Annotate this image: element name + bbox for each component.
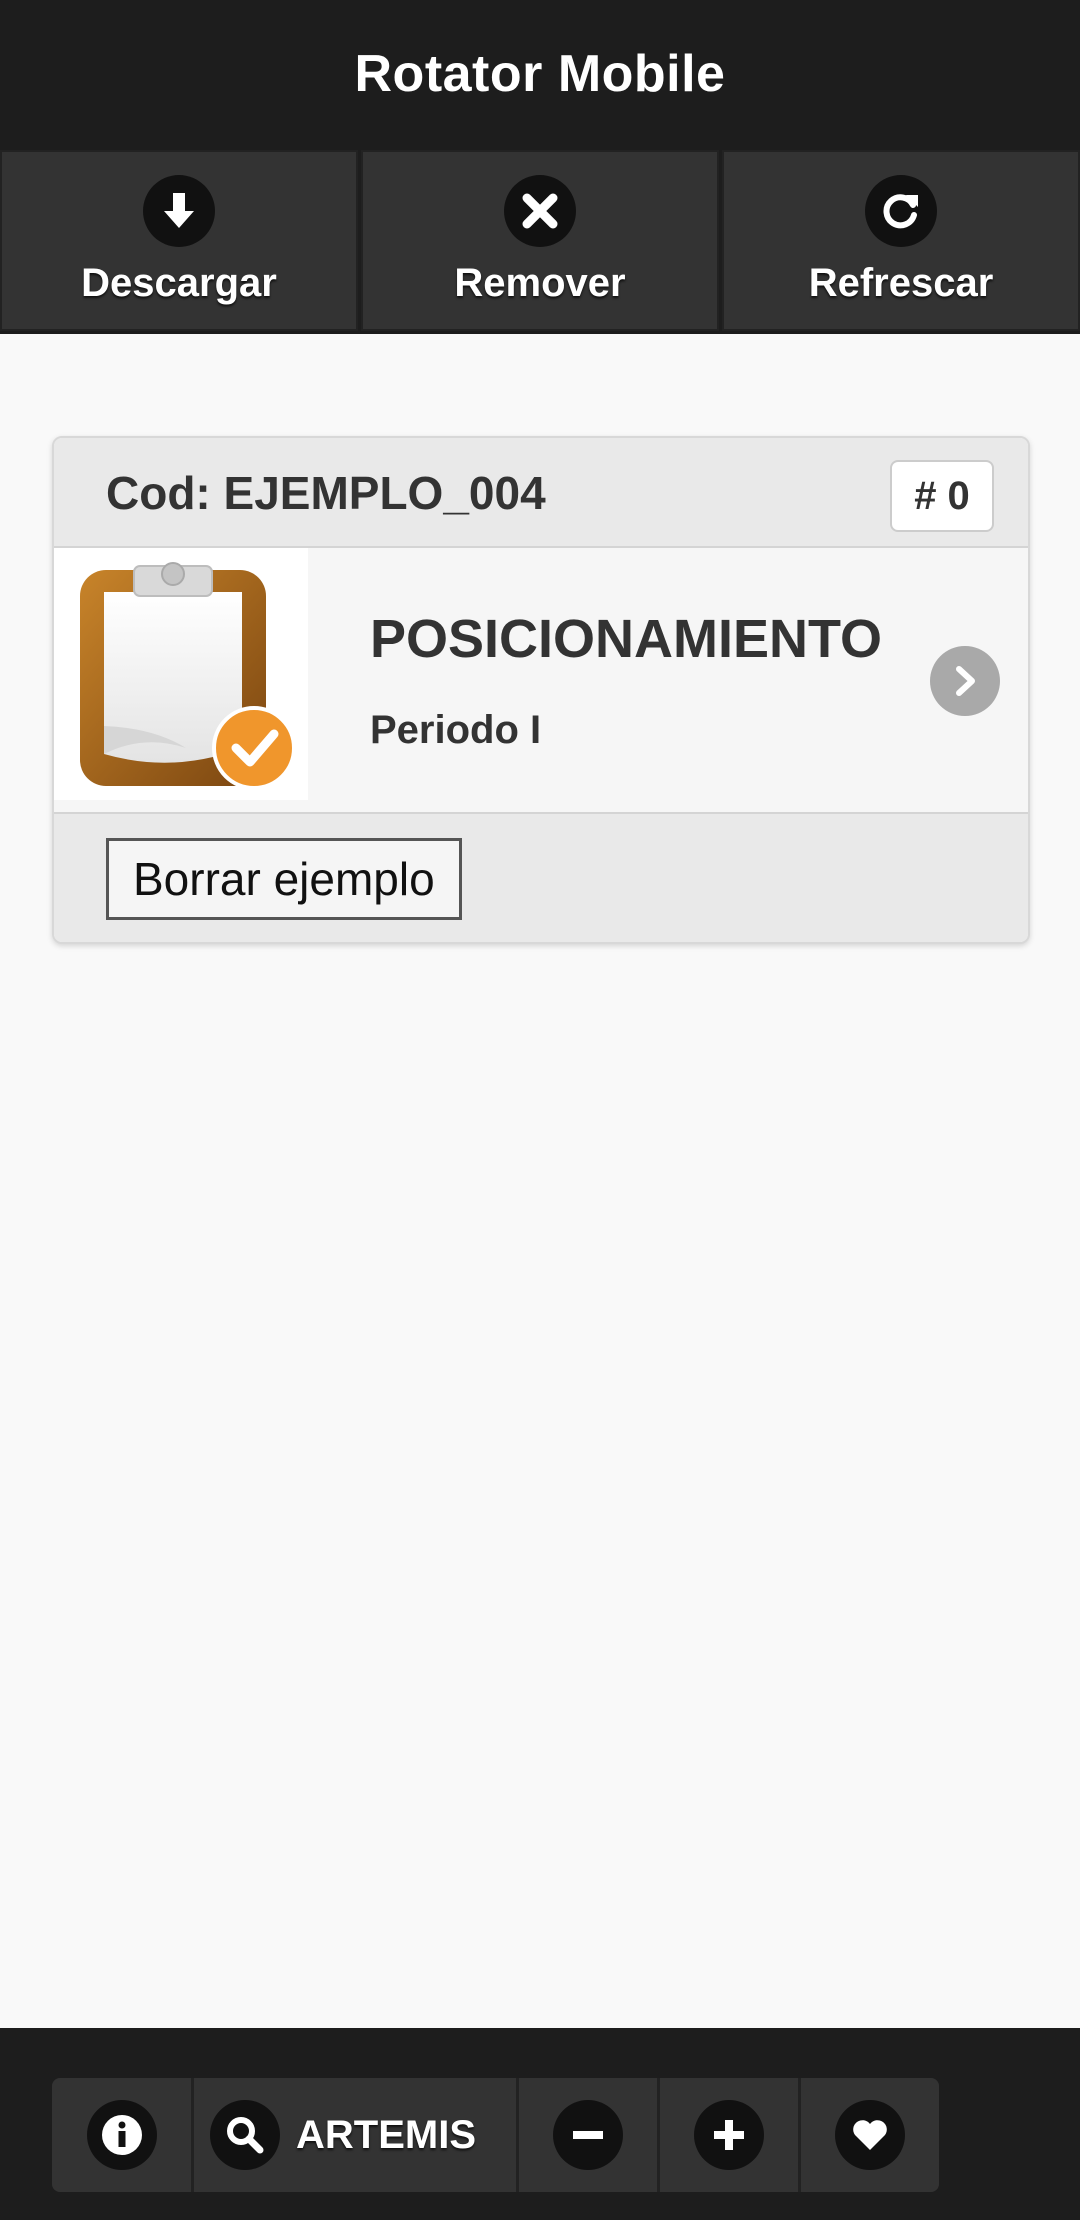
heart-icon [835, 2100, 905, 2170]
card-footer: Borrar ejemplo [54, 814, 1028, 942]
card-code: Cod: EJEMPLO_004 [106, 467, 546, 519]
app-title: Rotator Mobile [354, 45, 726, 103]
remove-button[interactable]: Remover [361, 150, 719, 331]
close-icon [504, 175, 576, 247]
info-button[interactable] [52, 2078, 191, 2192]
clipboard-check-icon [54, 548, 308, 800]
delete-example-button[interactable]: Borrar ejemplo [106, 838, 462, 920]
download-label: Descargar [81, 261, 277, 305]
search-button[interactable]: ARTEMIS [194, 2078, 516, 2192]
minus-icon [553, 2100, 623, 2170]
app-header: Rotator Mobile [0, 0, 1080, 148]
footer-toolbar: ARTEMIS [52, 2078, 939, 2192]
refresh-label: Refrescar [808, 261, 994, 305]
card-header: Cod: EJEMPLO_004 # 0 [54, 438, 1028, 548]
download-button[interactable]: Descargar [0, 150, 358, 331]
bottom-footer: ARTEMIS [0, 2028, 1080, 2220]
example-card: Cod: EJEMPLO_004 # 0 POSICIONAMIENTO Per… [52, 436, 1030, 944]
favorite-button[interactable] [801, 2078, 939, 2192]
search-label: ARTEMIS [296, 2112, 476, 2157]
remove-label: Remover [454, 261, 626, 305]
arrow-down-icon [143, 175, 215, 247]
chevron-right-icon [930, 646, 1000, 716]
info-icon [86, 2100, 157, 2170]
zoom-out-button[interactable] [519, 2078, 657, 2192]
top-navbar: Descargar Remover Refrescar [0, 148, 1080, 334]
count-badge: # 0 [890, 460, 994, 532]
plus-icon [694, 2100, 764, 2170]
card-item-link[interactable]: POSICIONAMIENTO Periodo I [54, 548, 1028, 814]
item-subtitle: Periodo I [370, 708, 542, 752]
zoom-in-button[interactable] [660, 2078, 798, 2192]
item-title: POSICIONAMIENTO [370, 609, 883, 669]
search-icon [210, 2100, 280, 2170]
refresh-icon [865, 175, 937, 247]
refresh-button[interactable]: Refrescar [722, 150, 1080, 331]
